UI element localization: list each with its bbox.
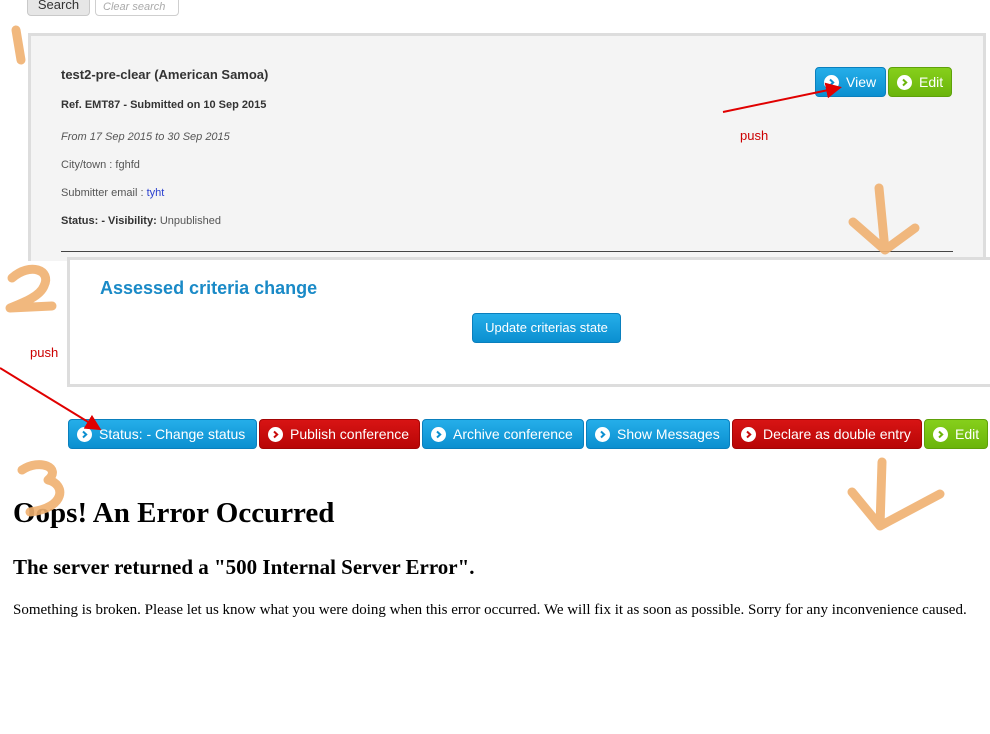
chevron-right-icon [431,426,446,442]
error-title: Oops! An Error Occurred [13,497,335,529]
conference-ref: Ref. EMT87 - Submitted on 10 Sep 2015 [61,99,267,111]
chevron-right-icon [933,426,948,442]
update-criterias-button[interactable]: Update criterias state [472,313,621,343]
divider [61,251,953,252]
clear-search-input[interactable] [95,0,179,16]
chevron-right-icon [268,426,283,442]
publish-label: Publish conference [290,426,410,442]
change-status-label: Status: - Change status [99,426,246,442]
error-subtitle: The server returned a "500 Internal Serv… [13,555,475,579]
show-messages-label: Show Messages [617,426,720,442]
archive-label: Archive conference [453,426,573,442]
conference-dates: From 17 Sep 2015 to 30 Sep 2015 [61,131,230,143]
chevron-right-icon [824,74,839,90]
chevron-right-icon [595,426,610,442]
edit-conference-label: Edit [955,426,980,442]
view-label: View [846,74,877,90]
chevron-right-icon [741,426,756,442]
visibility-value: Unpublished [159,215,221,227]
edit-button[interactable]: Edit [888,67,952,97]
chevron-right-icon [897,74,912,90]
show-messages-button[interactable]: Show Messages [586,419,730,449]
chevron-right-icon [77,426,92,442]
orange-down-arrow-2 [847,457,945,531]
search-button[interactable]: Search [27,0,90,16]
publish-conference-button[interactable]: Publish conference [259,419,420,449]
conference-city: City/town : fghfd [61,159,140,171]
push-annotation-1: push [740,128,769,143]
criteria-title: Assessed criteria change [100,278,318,298]
archive-conference-button[interactable]: Archive conference [422,419,584,449]
view-button[interactable]: View [815,67,886,97]
change-status-button[interactable]: Status: - Change status [68,419,257,449]
submitter-email: Submitter email : tyht [61,187,164,199]
submitter-email-link[interactable]: tyht [147,187,165,199]
edit-conference-button[interactable]: Edit [924,419,988,449]
error-message: Something is broken. Please let us know … [13,602,967,618]
submitter-email-label: Submitter email : [61,187,147,199]
status-label: Status: - Visibility: [61,215,157,227]
conference-title: test2-pre-clear (American Samoa) [61,67,269,82]
push-annotation-2: push [30,345,59,360]
declare-double-label: Declare as double entry [763,426,911,442]
declare-double-entry-button[interactable]: Declare as double entry [732,419,922,449]
step-2-mark [5,264,57,313]
edit-label: Edit [919,74,944,90]
conference-status: Status: - Visibility: Unpublished [61,215,221,227]
step-1-mark [11,25,26,65]
